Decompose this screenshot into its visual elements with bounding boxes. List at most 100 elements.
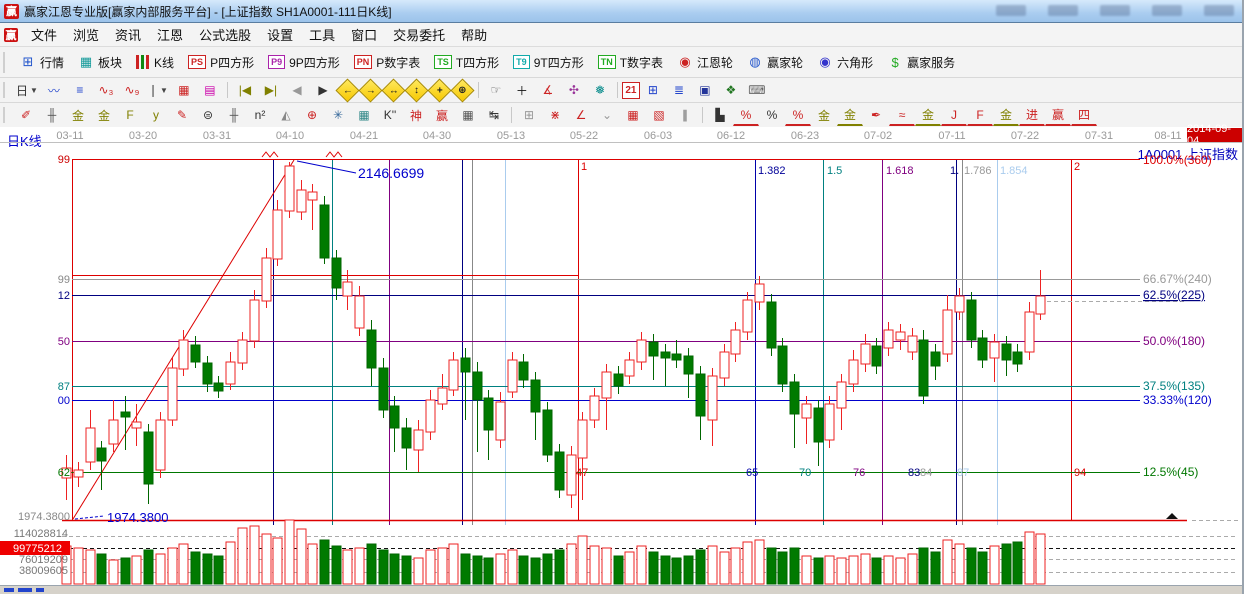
- draw-tool-2[interactable]: 金: [65, 105, 91, 126]
- toolbar-button-P9[interactable]: P99P四方形: [261, 51, 347, 74]
- draw-tool-16[interactable]: 赢: [429, 105, 455, 126]
- menu-item-0[interactable]: 文件: [23, 23, 65, 46]
- draw-tool-26[interactable]: ∥: [672, 105, 698, 126]
- distribution-tool[interactable]: ▤: [197, 80, 223, 101]
- toolbar-button-PS[interactable]: PSP四方形: [181, 51, 261, 74]
- calculator-tool[interactable]: ⊞: [640, 80, 666, 101]
- draw-tool-35[interactable]: ≈: [889, 104, 915, 126]
- sketch-tool[interactable]: 〰: [41, 80, 67, 101]
- toolbar-button-service-icon[interactable]: $赢家服务: [880, 51, 962, 74]
- crosshair-tool[interactable]: ＋: [509, 80, 535, 101]
- candle-body: [825, 404, 834, 440]
- info-note[interactable]: ≡: [67, 80, 93, 101]
- toolbar-button-kline-icon[interactable]: K线: [129, 51, 181, 74]
- draw-tool-40[interactable]: 进: [1019, 104, 1045, 126]
- draw-tool-18[interactable]: ↹: [481, 105, 507, 126]
- draw-tool-37[interactable]: J: [941, 104, 967, 126]
- draw-tool-28[interactable]: ▙: [707, 105, 733, 126]
- wave-9[interactable]: ∿₉: [119, 80, 145, 101]
- draw-tool-36[interactable]: 金: [915, 104, 941, 126]
- menu-item-9[interactable]: 帮助: [453, 23, 495, 46]
- draw-tool-30[interactable]: %: [759, 105, 785, 126]
- draw-tool-5[interactable]: у: [143, 105, 169, 126]
- draw-tool-15[interactable]: 神: [403, 105, 429, 126]
- diamond-right[interactable]: →: [358, 78, 382, 102]
- draw-tool-38[interactable]: F: [967, 104, 993, 126]
- draw-tool-3[interactable]: 金: [91, 105, 117, 126]
- draw-tool-14[interactable]: K'': [377, 105, 403, 126]
- toolbar-button-T9[interactable]: T99T四方形: [506, 51, 591, 74]
- menu-item-3[interactable]: 江恩: [149, 23, 191, 46]
- draw-tool-29[interactable]: %: [733, 104, 759, 126]
- step-left[interactable]: ◀: [284, 80, 310, 101]
- candle-style-dropdown[interactable]: ❘▼: [145, 80, 171, 101]
- remote-tool[interactable]: ⌨: [744, 80, 770, 101]
- draw-tool-25[interactable]: ▧: [646, 105, 672, 126]
- diamond-vspan[interactable]: ↕: [404, 78, 428, 102]
- chart-region[interactable]: 日K线 1A0001 上证指数 2014-09-04 03-1103-2003-…: [0, 127, 1244, 594]
- draw-tool-21[interactable]: ⋇: [542, 105, 568, 126]
- draw-tool-31[interactable]: %: [785, 104, 811, 126]
- go-first[interactable]: |◀: [232, 80, 258, 101]
- draw-tool-42[interactable]: 四: [1071, 104, 1097, 126]
- draw-tool-17[interactable]: ▦: [455, 105, 481, 126]
- calendar-tool[interactable]: 21: [622, 82, 640, 99]
- menu-item-1[interactable]: 浏览: [65, 23, 107, 46]
- menu-item-8[interactable]: 交易委托: [385, 23, 453, 46]
- pattern-tool[interactable]: ▦: [171, 80, 197, 101]
- draw-tool-1[interactable]: ╫: [39, 105, 65, 126]
- angle-tool[interactable]: ∡: [535, 80, 561, 101]
- draw-tool-33[interactable]: 金: [837, 104, 863, 126]
- draw-tool-22[interactable]: ∠: [568, 105, 594, 126]
- menu-item-5[interactable]: 设置: [259, 23, 301, 46]
- hand-tool[interactable]: ☞: [483, 80, 509, 101]
- draw-tool-6[interactable]: ✎: [169, 105, 195, 126]
- draw-tool-23[interactable]: ⌄: [594, 105, 620, 126]
- period-day-dropdown[interactable]: 日▼: [13, 80, 41, 101]
- wave-3[interactable]: ∿₃: [93, 80, 119, 101]
- draw-tool-12[interactable]: ✳: [325, 105, 351, 126]
- menu-item-4[interactable]: 公式选股: [191, 23, 259, 46]
- toolbar-button-winner-wheel-icon[interactable]: ◍赢家轮: [740, 51, 810, 74]
- menu-item-7[interactable]: 窗口: [343, 23, 385, 46]
- toolbar-button-table-icon[interactable]: ⊞行情: [13, 51, 71, 74]
- toolbar-button-TS[interactable]: TST四方形: [427, 51, 506, 74]
- bottom-status-strip[interactable]: [0, 585, 1244, 594]
- network-tool[interactable]: ❖: [718, 80, 744, 101]
- draw-tool-32[interactable]: 金: [811, 105, 837, 126]
- draw-tool-39[interactable]: 金: [993, 104, 1019, 126]
- toolbar-button-blocks-icon[interactable]: ▦板块: [71, 51, 129, 74]
- menu-item-2[interactable]: 资讯: [107, 23, 149, 46]
- toolbar-button-TN[interactable]: TNT数字表: [591, 51, 670, 74]
- brain-tool[interactable]: ❅: [587, 80, 613, 101]
- draw-tool-0[interactable]: ✐: [13, 105, 39, 126]
- diamond-left[interactable]: ←: [335, 78, 359, 102]
- draw-tool-34[interactable]: ✒: [863, 105, 889, 126]
- draw-tool-8[interactable]: ╫: [221, 105, 247, 126]
- kline-chart[interactable]: 03-1103-2003-3104-1004-2104-3005-1305-22…: [0, 127, 1244, 594]
- star-tool[interactable]: ✣: [561, 80, 587, 101]
- draw-tool-13[interactable]: ▦: [351, 105, 377, 126]
- draw-tool-10[interactable]: ◭: [273, 105, 299, 126]
- toolbar-button-PN[interactable]: PNP数字表: [347, 51, 428, 74]
- draw-tool-11[interactable]: ⊕: [299, 105, 325, 126]
- diamond-cross[interactable]: +: [427, 78, 451, 102]
- diamond-target[interactable]: ⊕: [450, 78, 474, 102]
- draw-tool-24[interactable]: ▦: [620, 105, 646, 126]
- draw-tool-9[interactable]: n²: [247, 105, 273, 126]
- draw-tool-41[interactable]: 赢: [1045, 104, 1071, 126]
- toolbar-button-gann-wheel-icon[interactable]: ◉江恩轮: [670, 51, 740, 74]
- title-bar[interactable]: 赢 赢家江恩专业版[赢家内部服务平台] - [上证指数 SH1A0001-111…: [0, 0, 1242, 23]
- draw-tool-7[interactable]: ⊜: [195, 105, 221, 126]
- step-right[interactable]: ▶: [310, 80, 336, 101]
- notepad-tool[interactable]: ≣: [666, 80, 692, 101]
- diamond-hspan[interactable]: ↔: [381, 78, 405, 102]
- menu-item-6[interactable]: 工具: [301, 23, 343, 46]
- go-last[interactable]: ▶|: [258, 80, 284, 101]
- ghost-item: [996, 5, 1026, 16]
- draw-tool-20[interactable]: ⊞: [516, 105, 542, 126]
- toolbar-button-hexagon-icon[interactable]: ◉六角形: [810, 51, 880, 74]
- draw-tool-4[interactable]: F: [117, 105, 143, 126]
- save-tool[interactable]: ▣: [692, 80, 718, 101]
- left-axis-label: 87: [58, 381, 70, 393]
